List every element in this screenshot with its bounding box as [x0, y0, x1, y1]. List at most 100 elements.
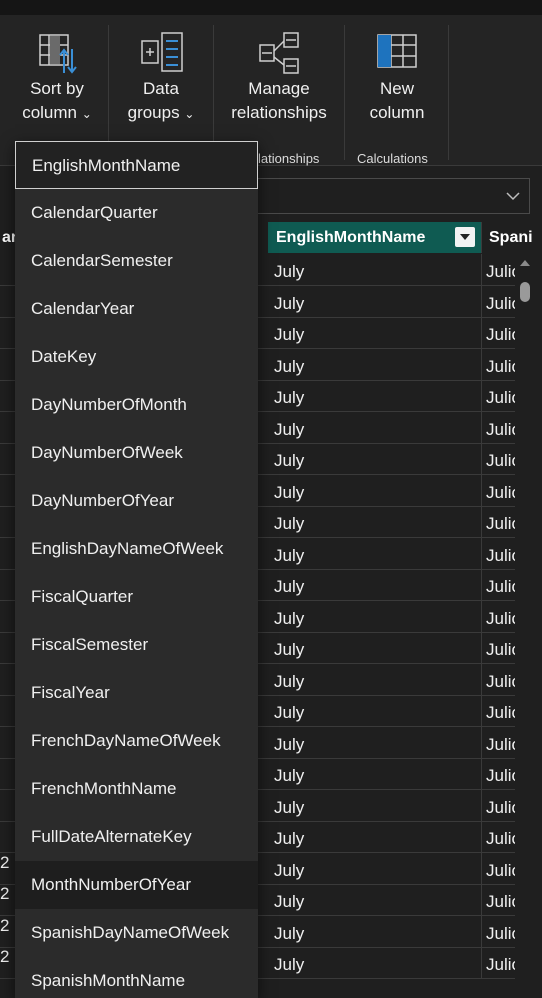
table-cell-partial [0, 727, 16, 758]
table-cell-englishmonthname: July [268, 538, 482, 569]
table-cell-englishmonthname: July [268, 286, 482, 317]
dropdown-option[interactable]: DayNumberOfWeek [15, 429, 258, 477]
table-cell-partial [0, 695, 16, 726]
table-cell-englishmonthname: July [268, 443, 482, 474]
sort-by-column-label-1: Sort by [30, 79, 84, 98]
column-header-label: EnglishMonthName [276, 229, 426, 246]
title-bar [0, 0, 542, 15]
table-cell-spanish: Julio [486, 672, 515, 691]
scroll-up-icon[interactable] [520, 260, 530, 266]
dropdown-option[interactable]: FullDateAlternateKey [15, 813, 258, 861]
group-label-relationships: lationships [258, 151, 320, 166]
table-cell-partial [0, 349, 16, 380]
dropdown-option[interactable]: MonthNumberOfYear [15, 861, 258, 909]
new-column-label-2: column [369, 103, 425, 122]
filter-dropdown-icon[interactable] [455, 227, 475, 247]
table-cell-spanish: Julio [486, 262, 515, 281]
ribbon-separator [448, 25, 449, 160]
data-groups-label-2: groups ⌄ [127, 103, 195, 122]
table-cell-spanish: Julio [486, 924, 515, 943]
data-groups-label-1: Data [143, 79, 179, 98]
manage-relationships-label-1: Manage [248, 79, 310, 98]
table-cell-spanish: Julio [486, 451, 515, 470]
table-cell-spanish: Julio [486, 325, 515, 344]
table-cell-englishmonthname: July [268, 254, 482, 285]
sort-by-column-dropdown: EnglishMonthName CalendarQuarter CalendarS… [15, 141, 258, 998]
dropdown-option[interactable]: SpanishMonthName [15, 957, 258, 998]
table-cell-partial [0, 443, 16, 474]
table-cell-partial [0, 317, 16, 348]
dropdown-option[interactable]: FiscalQuarter [15, 573, 258, 621]
table-cell-englishmonthname: July [268, 601, 482, 632]
table-cell-partial: 2 [0, 884, 10, 903]
chevron-down-icon: ⌄ [184, 107, 195, 121]
table-cell-englishmonthname: July [268, 884, 482, 915]
table-cell-spanish: Julio [486, 294, 515, 313]
table-cell-spanish: Julio [486, 388, 515, 407]
table-cell-partial: 2 [0, 916, 10, 935]
table-cell-partial: 2 [0, 947, 10, 966]
dropdown-option[interactable]: SpanishDayNameOfWeek [15, 909, 258, 957]
table-cell-spanish: Julio [486, 861, 515, 880]
table-cell-partial [0, 758, 16, 789]
new-column-button[interactable]: New column [352, 31, 442, 125]
table-cell-partial [0, 790, 16, 821]
dropdown-option[interactable]: FiscalYear [15, 669, 258, 717]
table-cell-partial [0, 254, 16, 285]
table-cell-spanish: Julio [486, 483, 515, 502]
column-header-spanish[interactable]: Spani [483, 222, 542, 253]
sort-by-column-icon [39, 34, 77, 74]
table-cell-englishmonthname: July [268, 317, 482, 348]
table-cell-englishmonthname: July [268, 916, 482, 947]
table-cell-spanish: Julio [486, 735, 515, 754]
table-cell-englishmonthname: July [268, 695, 482, 726]
table-cell-spanish: Julio [486, 357, 515, 376]
table-cell-englishmonthname: July [268, 790, 482, 821]
table-cell-partial [0, 569, 16, 600]
table-cell-spanish: Julio [486, 955, 515, 974]
table-cell-englishmonthname: July [268, 475, 482, 506]
manage-relationships-icon [259, 32, 299, 74]
table-cell-englishmonthname: July [268, 821, 482, 852]
formula-bar[interactable] [250, 178, 530, 214]
dropdown-option[interactable]: DayNumberOfMonth [15, 381, 258, 429]
column-header-englishmonthname[interactable]: EnglishMonthName [268, 222, 482, 253]
group-label-calculations: Calculations [357, 151, 428, 166]
manage-relationships-button[interactable]: Manage relationships [222, 31, 336, 125]
dropdown-option[interactable]: FiscalSemester [15, 621, 258, 669]
table-cell-spanish: Julio [486, 609, 515, 628]
dropdown-option[interactable]: FrenchDayNameOfWeek [15, 717, 258, 765]
dropdown-option[interactable]: EnglishMonthName [15, 141, 258, 189]
dropdown-option[interactable]: CalendarQuarter [15, 189, 258, 237]
dropdown-option[interactable]: EnglishDayNameOfWeek [15, 525, 258, 573]
table-cell-partial [0, 632, 16, 663]
dropdown-option[interactable]: FrenchMonthName [15, 765, 258, 813]
table-cell-englishmonthname: July [268, 632, 482, 663]
dropdown-option[interactable]: DateKey [15, 333, 258, 381]
table-cell-englishmonthname: July [268, 412, 482, 443]
data-groups-button[interactable]: Data groups ⌄ [118, 31, 204, 126]
table-cell-englishmonthname: July [268, 506, 482, 537]
vertical-scrollbar[interactable] [515, 254, 542, 998]
table-cell-partial [0, 412, 16, 443]
ribbon-separator [213, 25, 214, 160]
dropdown-option[interactable]: CalendarSemester [15, 237, 258, 285]
table-cell-spanish: Julio [486, 798, 515, 817]
scrollbar-thumb[interactable] [520, 282, 530, 302]
table-cell-spanish: Julio [486, 514, 515, 533]
dropdown-option[interactable]: DayNumberOfYear [15, 477, 258, 525]
table-cell-spanish: Julio [486, 829, 515, 848]
table-cell-partial [0, 821, 16, 852]
table-cell-spanish: Julio [486, 766, 515, 785]
table-cell-spanish: Julio [486, 703, 515, 722]
table-cell-partial [0, 538, 16, 569]
ribbon-separator [108, 25, 109, 160]
table-cell-partial [0, 664, 16, 695]
table-cell-partial [0, 601, 16, 632]
table-cell-englishmonthname: July [268, 569, 482, 600]
dropdown-option[interactable]: CalendarYear [15, 285, 258, 333]
table-cell-spanish: Julio [486, 640, 515, 659]
sort-by-column-button[interactable]: Sort by column ⌄ [14, 31, 100, 126]
chevron-down-icon[interactable] [505, 188, 521, 204]
sort-by-column-label-2: column ⌄ [22, 103, 92, 122]
